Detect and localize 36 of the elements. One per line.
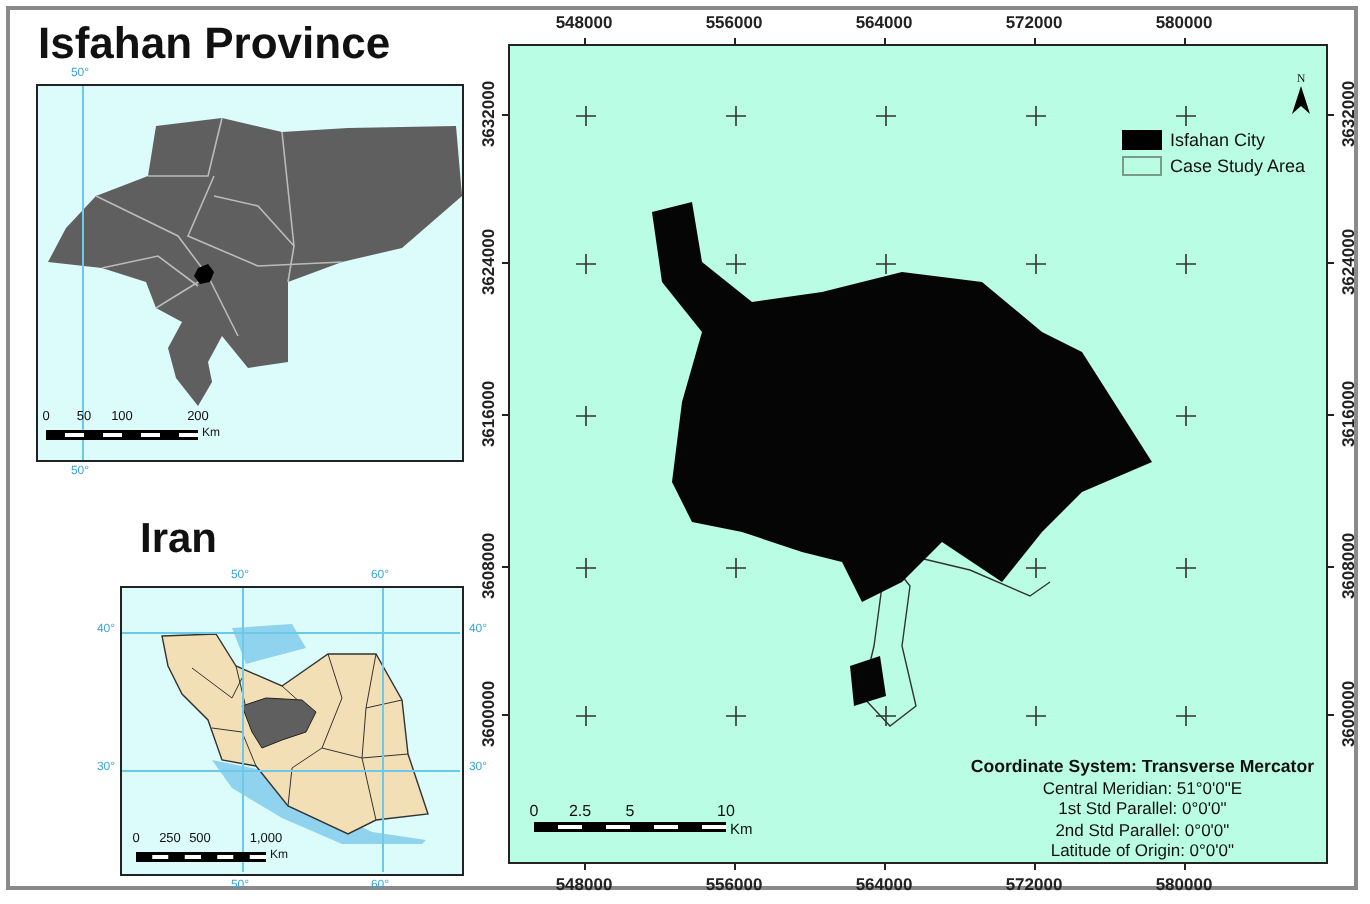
easting-label: 580000 xyxy=(1155,874,1213,894)
legend-label: Isfahan City xyxy=(1170,130,1266,150)
northing-label: 3600000 xyxy=(478,680,498,748)
scale-label: 2.5 xyxy=(568,802,592,820)
coordinate-system-title: Coordinate System: Transverse Mercator xyxy=(970,756,1314,777)
scale-label: 10 xyxy=(717,802,735,820)
coordinate-system-detail: 2nd Std Parallel: 0°0'0" xyxy=(1055,819,1230,840)
easting-label: 564000 xyxy=(855,874,913,894)
map-title: Iran xyxy=(140,516,218,564)
north-arrow-icon xyxy=(1292,86,1310,114)
coordinate-system-detail: Latitude of Origin: 0°0'0" xyxy=(1050,840,1235,861)
northing-label: 3624000 xyxy=(1338,228,1358,296)
northing-label: 3600000 xyxy=(1338,680,1358,748)
northing-label: 3624000 xyxy=(478,228,498,296)
northing-label: 3608000 xyxy=(478,532,498,600)
northing-label: 3616000 xyxy=(1338,380,1358,448)
legend-swatch xyxy=(1122,130,1162,150)
coordinate-system-detail: Central Meridian: 51°0'0"E xyxy=(1042,777,1243,798)
legend-label: Case Study Area xyxy=(1170,156,1306,176)
northing-label: 3632000 xyxy=(478,80,498,148)
easting-label: 548000 xyxy=(555,874,613,894)
legend-swatch xyxy=(1122,156,1162,176)
northing-label: 3632000 xyxy=(1338,80,1358,148)
easting-label: 564000 xyxy=(855,12,913,32)
northing-label: 3616000 xyxy=(478,380,498,448)
easting-label: 556000 xyxy=(705,874,763,894)
scale-label: 5 xyxy=(625,802,635,820)
easting-label: 572000 xyxy=(1005,12,1063,32)
easting-label: 548000 xyxy=(555,12,613,32)
easting-label: 580000 xyxy=(1155,12,1213,32)
coordinate-system-detail: 1st Std Parallel: 0°0'0" xyxy=(1058,798,1227,819)
easting-label: 572000 xyxy=(1005,874,1063,894)
northing-label: 3608000 xyxy=(1338,532,1358,600)
easting-label: 556000 xyxy=(705,12,763,32)
map-title: Isfahan Province xyxy=(38,18,391,68)
scale-label: 0 xyxy=(529,802,539,820)
